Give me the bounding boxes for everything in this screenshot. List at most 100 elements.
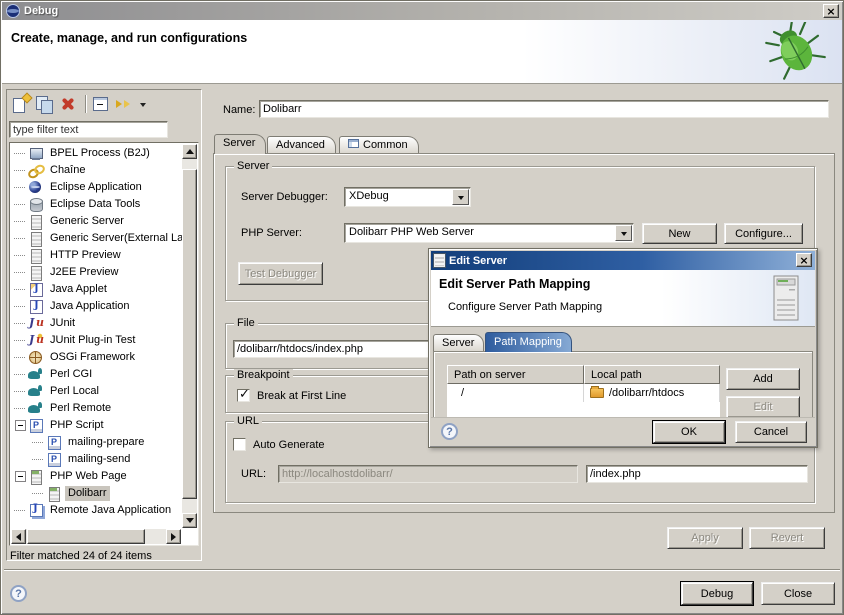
tree-expander[interactable] [32,453,45,466]
close-button[interactable]: Close [761,582,835,605]
tree-item-icon [28,503,44,518]
tree-item[interactable]: HTTP Preview [11,247,182,264]
tree-item[interactable]: Eclipse Application [11,179,182,196]
cancel-button[interactable]: Cancel [735,421,807,443]
dialog-tab-server[interactable]: Server [433,334,484,352]
tree-expander[interactable] [14,419,27,432]
tree-item[interactable]: J2EE Preview [11,264,182,281]
tree-expander[interactable] [14,147,27,160]
tree-expander[interactable] [14,470,27,483]
collapse-all-button[interactable] [90,93,114,115]
tree-item[interactable]: JUnit [11,315,182,332]
server-debugger-combo[interactable]: XDebug [344,187,471,207]
tree-item[interactable]: Remote Java Application [11,502,182,519]
url-path-input[interactable] [586,465,808,483]
tab-server[interactable]: Server [214,134,266,154]
mapping-cell-local-path[interactable]: /dolibarr/htdocs [584,384,720,402]
tree-expander[interactable] [32,487,45,500]
scroll-up-button[interactable] [182,144,197,159]
eclipse-app-icon [6,4,20,18]
scroll-down-button[interactable] [182,513,197,528]
break-first-line-checkbox[interactable] [237,389,250,402]
vscroll-thumb[interactable] [182,169,197,499]
tree-expander[interactable] [32,436,45,449]
tree-item[interactable]: Perl CGI [11,366,182,383]
edit-server-button-bar: ? OK Cancel [431,417,815,445]
edit-server-tab-bar: Server Path Mapping [433,332,813,352]
apply-button[interactable]: Apply [667,527,743,549]
tree-expander[interactable] [14,300,27,313]
tree-item[interactable]: Java Application [11,298,182,315]
tree-item[interactable]: mailing-send [11,451,182,468]
tree-item[interactable]: Generic Server [11,213,182,230]
mapping-cell-path-on-server[interactable]: / [447,384,584,402]
tree-item[interactable]: BPEL Process (B2J) [11,145,182,162]
tree-item[interactable]: JUnit Plug-in Test [11,332,182,349]
edit-server-help-button[interactable]: ? [441,423,458,440]
filter-input[interactable] [9,121,168,138]
duplicate-configuration-button[interactable] [33,93,57,115]
debug-button[interactable]: Debug [681,582,753,605]
tree-expander[interactable] [14,283,27,296]
tree-expander[interactable] [14,385,27,398]
tree-expander[interactable] [14,402,27,415]
tree-item-icon [28,367,44,382]
hscroll-thumb[interactable] [27,529,145,544]
tree-item-icon [28,333,44,348]
tree-expander[interactable] [14,368,27,381]
test-debugger-button[interactable]: Test Debugger [238,262,323,285]
filter-menu-caret[interactable] [138,93,150,115]
tree-item[interactable]: PHP Web Page [11,468,182,485]
tree-item[interactable]: Perl Remote [11,400,182,417]
dialog-header: Create, manage, and run configurations [2,20,842,84]
tree-expander[interactable] [14,266,27,279]
revert-button[interactable]: Revert [749,527,825,549]
tree-expander[interactable] [14,181,27,194]
tree-item[interactable]: PHP Script [11,417,182,434]
tree-item[interactable]: Chaîne [11,162,182,179]
tree-expander[interactable] [14,164,27,177]
tree-expander[interactable] [14,504,27,517]
edit-server-close-button[interactable]: × [796,253,812,267]
tree-item[interactable]: Dolibarr [11,485,182,502]
tree-item-label: Perl CGI [47,367,95,382]
tree-expander[interactable] [14,215,27,228]
ok-button[interactable]: OK [653,421,725,443]
php-server-combo[interactable]: Dolibarr PHP Web Server [344,223,634,243]
tree-expander[interactable] [14,334,27,347]
help-button[interactable]: ? [10,585,27,602]
new-server-button[interactable]: New [642,223,717,244]
tree-item[interactable]: Generic Server(External La [11,230,182,247]
scroll-left-button[interactable] [11,529,26,544]
tree-expander[interactable] [14,249,27,262]
tree-item[interactable]: Java Applet [11,281,182,298]
tree-item[interactable]: Eclipse Data Tools [11,196,182,213]
combo-arrow-icon[interactable] [452,189,469,205]
toolbar-separator [81,93,90,115]
tree-expander[interactable] [14,198,27,211]
server-icon [434,254,445,267]
tree-item[interactable]: Perl Local [11,383,182,400]
delete-configuration-button[interactable] [57,93,81,115]
auto-generate-checkbox[interactable] [233,438,246,451]
new-configuration-button[interactable] [9,93,33,115]
scroll-right-button[interactable] [166,529,181,544]
tree-hscrollbar[interactable] [11,529,181,544]
tree-vscrollbar[interactable] [182,144,197,528]
filter-button[interactable] [114,93,138,115]
tab-advanced[interactable]: Advanced [267,136,336,154]
tree-expander[interactable] [14,232,27,245]
tab-common[interactable]: Common [339,136,419,154]
tree-item[interactable]: mailing-prepare [11,434,182,451]
combo-arrow-icon[interactable] [615,225,632,241]
tree-expander[interactable] [14,351,27,364]
dialog-tab-path-mapping[interactable]: Path Mapping [485,332,572,352]
edit-mapping-button[interactable]: Edit [726,396,800,418]
add-mapping-button[interactable]: Add [726,368,800,390]
tree-expander[interactable] [14,317,27,330]
window-close-button[interactable]: × [823,4,839,18]
name-input[interactable] [259,100,829,118]
tree-item[interactable]: OSGi Framework [11,349,182,366]
configure-server-button[interactable]: Configure... [724,223,803,244]
break-first-line-label: Break at First Line [257,390,346,402]
